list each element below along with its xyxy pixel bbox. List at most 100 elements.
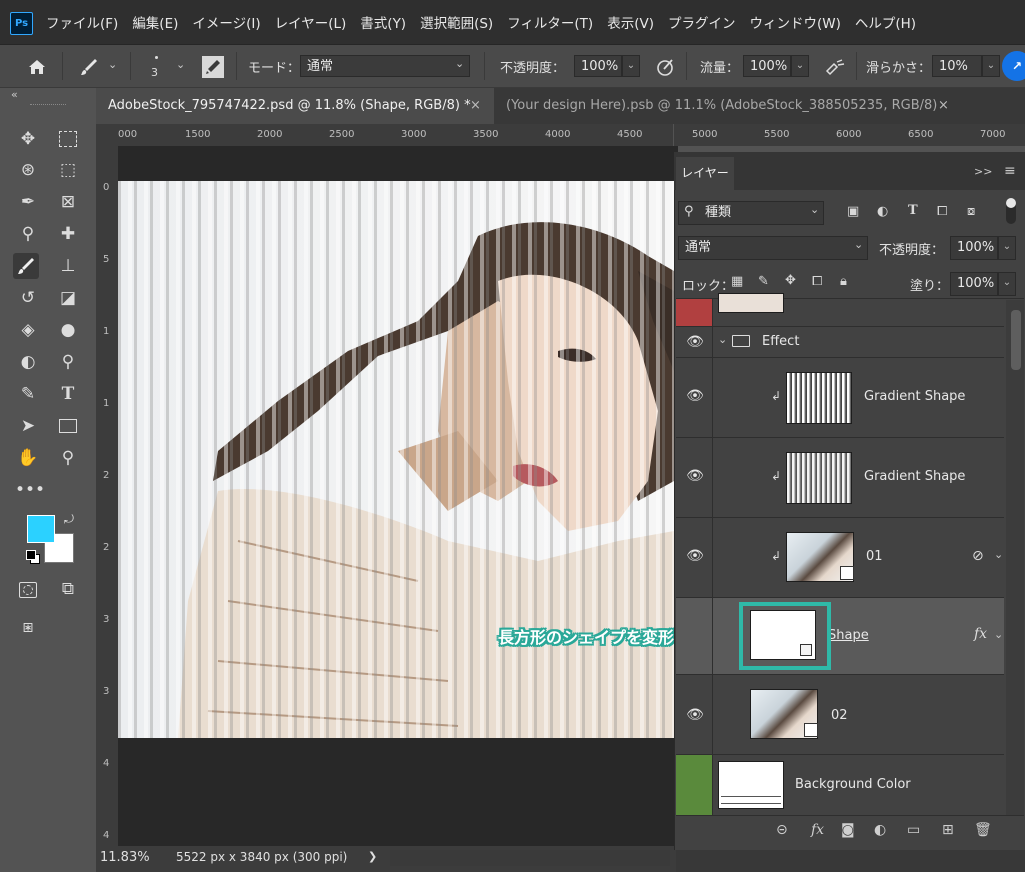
menu-view[interactable]: 表示(V)	[607, 12, 654, 32]
frame-tool-icon[interactable]: ⊠	[55, 189, 81, 215]
mode-select[interactable]: 通常	[300, 55, 470, 77]
pen-tool-icon[interactable]: ✎	[15, 381, 41, 407]
filter-shape-icon[interactable]: ⧠	[937, 204, 947, 219]
new-layer-icon[interactable]: ⊞	[942, 822, 954, 838]
layer-name[interactable]: Shape	[828, 628, 869, 643]
opacity-dropdown[interactable]: ⌄	[622, 55, 640, 77]
foreground-color-swatch[interactable]	[27, 515, 55, 543]
menu-plugins[interactable]: プラグイン	[668, 12, 736, 32]
lock-image-icon[interactable]: ✎	[758, 274, 769, 289]
filter-smart-object-icon[interactable]: ⧇	[967, 204, 975, 219]
menu-layer[interactable]: レイヤー(L)	[275, 12, 347, 32]
brush-settings-icon[interactable]	[202, 56, 224, 78]
history-brush-tool-icon[interactable]: ↺	[15, 285, 41, 311]
quick-mask-icon[interactable]	[15, 576, 41, 602]
lock-position-icon[interactable]: ✥	[785, 273, 796, 288]
layer-shape[interactable]: Shape fx ⌄	[676, 598, 1004, 675]
filter-pixel-icon[interactable]: ▣	[847, 204, 859, 219]
marquee-tool-icon[interactable]	[55, 126, 81, 152]
fill-input[interactable]: 100%	[950, 272, 998, 296]
lock-artboard-icon[interactable]: ⧠	[812, 274, 822, 289]
layer-02[interactable]: 👁︎ 02	[676, 675, 1004, 755]
new-adjustment-layer-icon[interactable]: ◐	[874, 822, 886, 838]
layer-name[interactable]: 01	[866, 549, 883, 564]
zoom-tool-icon[interactable]: ⚲	[55, 445, 81, 471]
layer-opacity-dropdown[interactable]: ⌄	[998, 236, 1016, 260]
layer-background-color[interactable]: Background Color	[676, 755, 1004, 816]
layer-name[interactable]: 02	[831, 708, 848, 723]
layer-opacity-input[interactable]: 100%	[950, 236, 998, 260]
sponge-tool-icon[interactable]: ⚲	[55, 349, 81, 375]
eye-icon[interactable]: 👁︎	[686, 468, 704, 484]
move-tool-icon[interactable]: ✥	[15, 126, 41, 152]
layer-name[interactable]: Background Color	[795, 777, 911, 792]
layers-scrollbar-thumb[interactable]	[1011, 310, 1021, 370]
layer-gradient-shape-2[interactable]: 👁︎ ↲ Gradient Shape	[676, 438, 1004, 518]
pen-nib-tool-icon[interactable]: ✒	[15, 189, 41, 215]
zoom-level[interactable]: 11.83%	[100, 850, 150, 865]
tab-document-2[interactable]: (Your design Here).psb @ 11.1% (AdobeSto…	[494, 88, 962, 124]
object-select-tool-icon[interactable]: ⊛	[15, 157, 41, 183]
smart-filter-icon[interactable]: ⊘	[972, 548, 984, 564]
chevron-down-icon[interactable]: ⌄	[994, 548, 1003, 561]
menu-window[interactable]: ウィンドウ(W)	[749, 12, 840, 32]
paint-bucket-tool-icon[interactable]: ◈	[15, 317, 41, 343]
menu-help[interactable]: ヘルプ(H)	[855, 12, 916, 32]
collapse-toolbar-button[interactable]: «	[11, 88, 18, 101]
expand-panel-button[interactable]: >>	[974, 165, 992, 178]
chevron-down-icon[interactable]: ⌄	[718, 333, 727, 346]
layers-scrollbar[interactable]	[1006, 300, 1024, 815]
eye-icon[interactable]: 👁︎	[686, 334, 704, 350]
swap-colors-icon[interactable]: ⤾	[64, 512, 74, 527]
filter-adjustment-icon[interactable]: ◐	[877, 204, 888, 219]
smoothing-dropdown[interactable]: ⌄	[982, 55, 1000, 77]
rectangle-tool-icon[interactable]	[55, 413, 81, 439]
opacity-input[interactable]: 100%	[574, 55, 622, 77]
eye-icon[interactable]: 👁︎	[686, 548, 704, 564]
lock-icon[interactable]: 🔒︎	[840, 274, 847, 289]
pressure-opacity-icon[interactable]	[655, 57, 675, 77]
edit-toolbar-icon[interactable]: ⧆	[15, 614, 41, 640]
menu-filter[interactable]: フィルター(T)	[507, 12, 593, 32]
blur-tool-icon[interactable]: ●	[55, 317, 81, 343]
close-icon[interactable]: ×	[938, 88, 949, 124]
layer-01[interactable]: 👁︎ ↲ 01 ⊘ ⌄	[676, 518, 1004, 598]
layer-name[interactable]: Gradient Shape	[864, 389, 965, 404]
eraser-tool-icon[interactable]: ◪	[55, 285, 81, 311]
blend-mode-select[interactable]: 通常	[678, 236, 868, 260]
menu-file[interactable]: ファイル(F)	[46, 12, 118, 32]
fill-dropdown[interactable]: ⌄	[998, 272, 1016, 296]
horizontal-scrollbar[interactable]	[390, 850, 670, 866]
link-layers-icon[interactable]: ⊝	[776, 822, 788, 838]
more-tools-icon[interactable]: •••	[15, 477, 45, 503]
chevron-down-icon[interactable]: ⌄	[176, 58, 185, 71]
screen-mode-icon[interactable]: ⧉	[55, 576, 81, 602]
menu-edit[interactable]: 編集(E)	[132, 12, 178, 32]
eye-icon[interactable]: 👁︎	[686, 388, 704, 404]
chevron-down-icon[interactable]: ⌄	[994, 628, 1003, 641]
flow-input[interactable]: 100%	[743, 55, 791, 77]
healing-brush-tool-icon[interactable]: ✚	[55, 221, 81, 247]
airbrush-icon[interactable]	[824, 57, 846, 77]
layer-effects-icon[interactable]: fx	[974, 626, 987, 642]
filter-type-icon[interactable]: T	[908, 203, 918, 218]
filter-toggle[interactable]	[1006, 198, 1016, 224]
panel-menu-icon[interactable]: ≡	[1004, 163, 1016, 179]
hand-tool-icon[interactable]: ✋	[15, 445, 41, 471]
layer-group-effect[interactable]: 👁︎ ⌄ Effect	[676, 327, 1004, 358]
type-tool-icon[interactable]: T	[55, 381, 81, 407]
menu-type[interactable]: 書式(Y)	[360, 12, 406, 32]
brush-preset-icon[interactable]	[78, 56, 100, 78]
default-colors-icon[interactable]	[26, 550, 40, 564]
new-group-folder-icon[interactable]: ▭	[907, 822, 920, 838]
share-button[interactable]: ↗	[1002, 51, 1025, 81]
chevron-down-icon[interactable]: ⌄	[108, 58, 117, 71]
status-menu-arrow[interactable]: ❯	[368, 850, 377, 863]
close-icon[interactable]: ×	[470, 88, 481, 124]
smoothing-input[interactable]: 10%	[932, 55, 982, 77]
add-layer-style-icon[interactable]: fx	[811, 822, 824, 838]
layer-filter-select[interactable]: 種類	[678, 201, 824, 225]
eyedropper-tool-icon[interactable]: ⚲	[15, 221, 41, 247]
add-mask-icon[interactable]: ◙	[841, 822, 855, 838]
tab-document-1[interactable]: AdobeStock_795747422.psd @ 11.8% (Shape,…	[96, 88, 494, 124]
